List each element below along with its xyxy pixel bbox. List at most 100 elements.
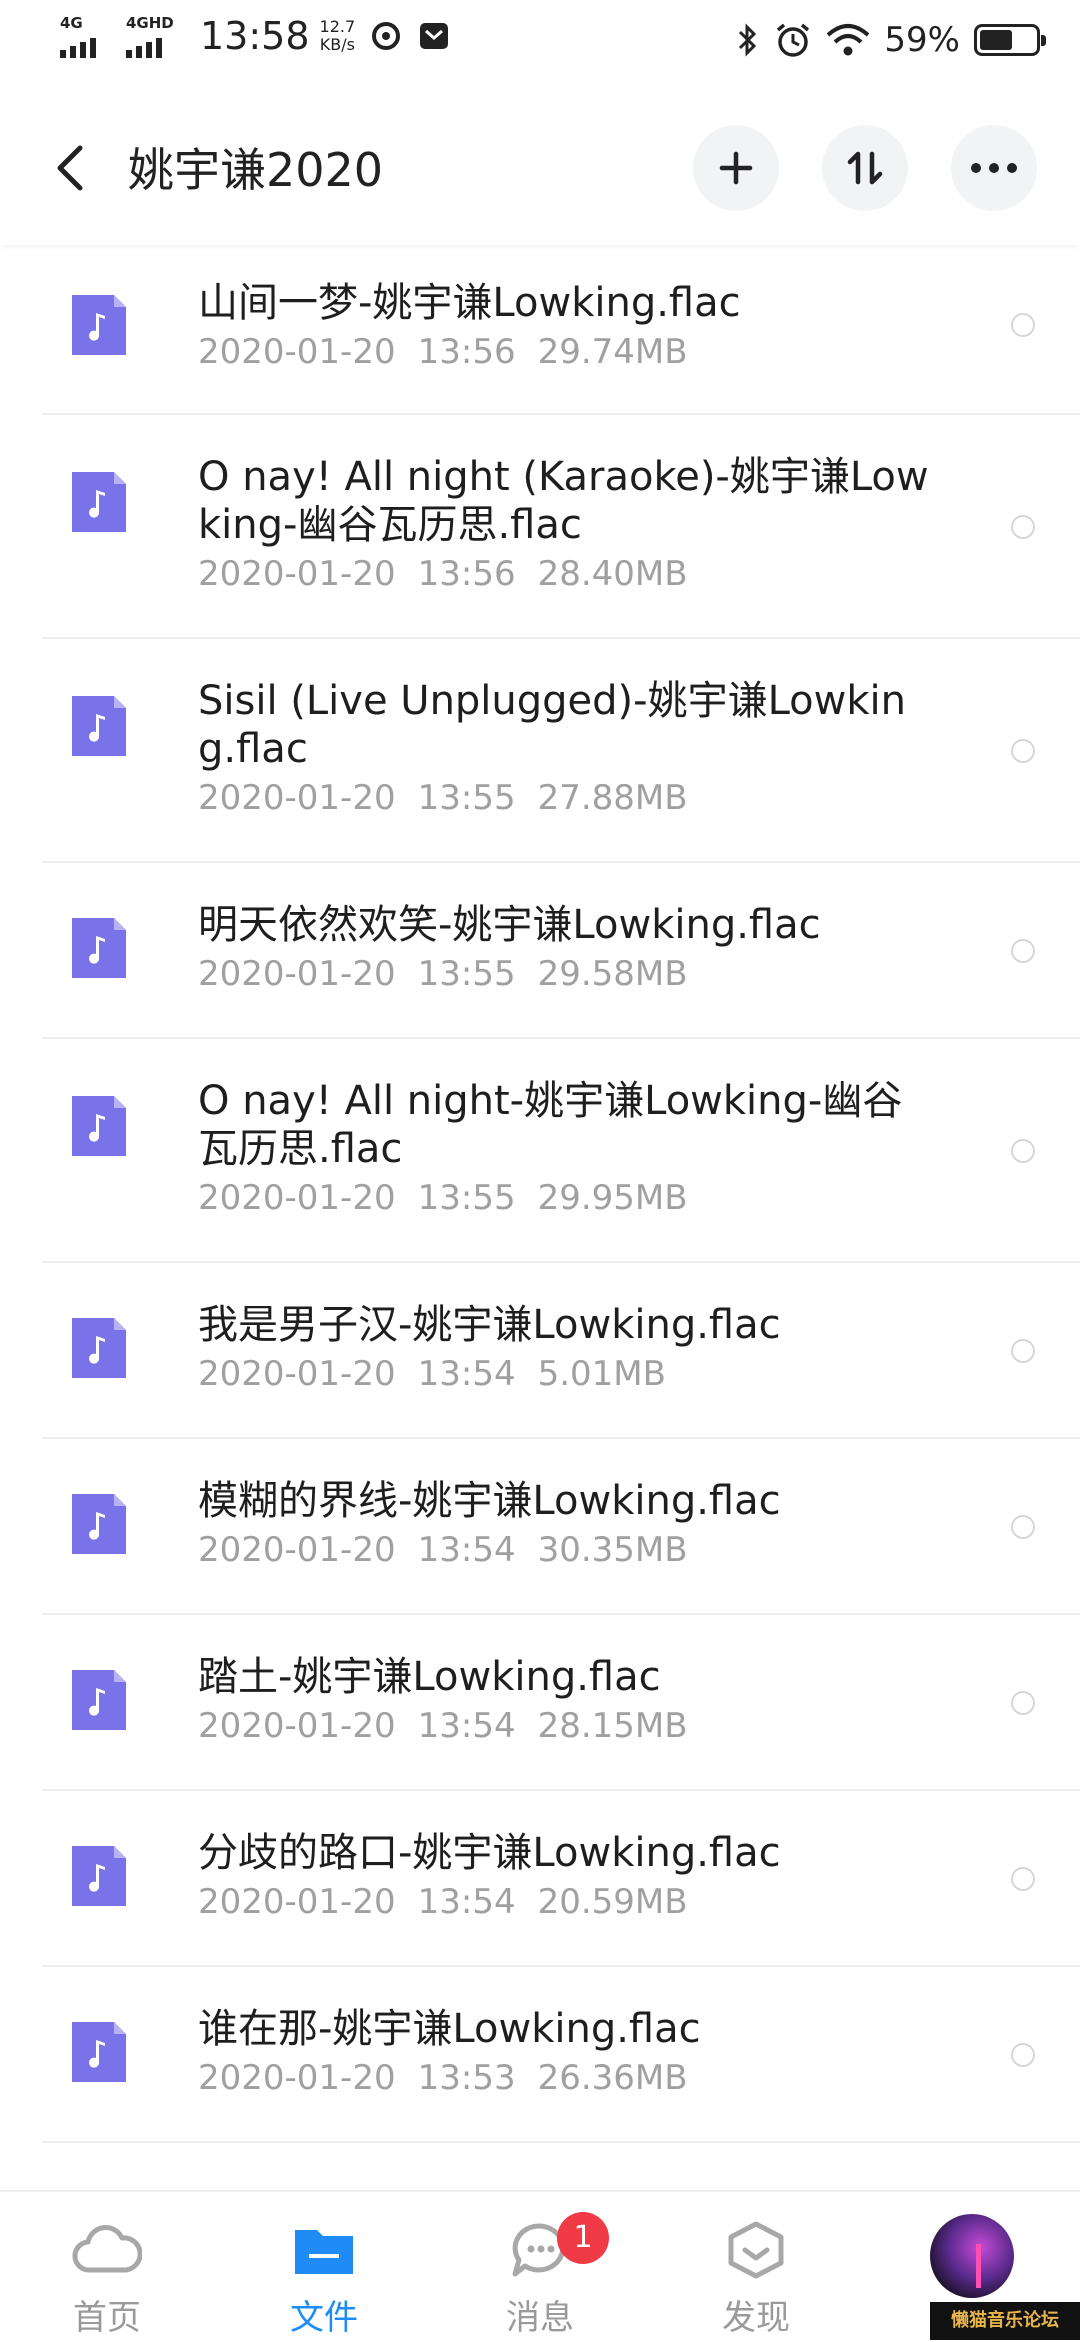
file-date: 2020-01-20: [198, 778, 396, 818]
speed-unit: KB/s: [319, 35, 355, 54]
file-date: 2020-01-20: [198, 954, 396, 994]
list-item[interactable]: O nay! All night-姚宇谦Lowking-幽谷瓦历思.flac 2…: [0, 1039, 1080, 1263]
file-size: 28.40MB: [537, 554, 688, 594]
music-file-icon: [72, 2022, 126, 2082]
file-date: 2020-01-20: [198, 1706, 396, 1746]
select-radio[interactable]: [1011, 1867, 1035, 1891]
file-size: 29.58MB: [537, 954, 688, 994]
file-meta: 2020-01-20 13:53 26.36MB: [198, 2057, 940, 2099]
select-radio[interactable]: [1011, 1691, 1035, 1715]
file-time: 13:54: [417, 1354, 516, 1394]
select-radio[interactable]: [1011, 939, 1035, 963]
network-type-1: 4G: [60, 14, 83, 32]
file-time: 13:55: [417, 1178, 516, 1218]
bottom-nav: 首页 文件 1 消息 发现: [0, 2190, 1080, 2342]
music-file-icon: [72, 696, 126, 756]
music-file-icon: [72, 1670, 126, 1730]
file-time: 13:56: [417, 554, 516, 594]
music-file-icon: [72, 1096, 126, 1156]
file-date: 2020-01-20: [198, 1354, 396, 1394]
select-radio[interactable]: [1011, 1339, 1035, 1363]
file-time: 13:55: [417, 954, 516, 994]
sort-button[interactable]: [822, 125, 908, 211]
file-time: 13:54: [417, 1882, 516, 1922]
music-file-icon: [72, 472, 126, 532]
divider: [42, 2141, 1080, 2143]
nav-home-label: 首页: [73, 2298, 141, 2338]
back-arrow-icon[interactable]: [50, 138, 90, 198]
music-file-icon: [72, 1846, 126, 1906]
list-item[interactable]: 分歧的路口-姚宇谦Lowking.flac 2020-01-20 13:54 20.…: [0, 1791, 1080, 1967]
more-icon: [971, 163, 1017, 173]
file-name: 踏土-姚宇谦Lowking.flac: [198, 1654, 661, 1700]
message-notification-icon: [420, 23, 449, 49]
bluetooth-icon: [739, 23, 757, 57]
file-date: 2020-01-20: [198, 1178, 396, 1218]
file-name: 模糊的界线-姚宇谦Lowking.flac: [198, 1478, 781, 1524]
file-time: 13:54: [417, 1706, 516, 1746]
cellular-signal-icon: 4G: [60, 14, 116, 58]
page-title: 姚宇谦2020: [128, 143, 384, 197]
select-radio[interactable]: [1011, 1515, 1035, 1539]
nav-discover-label: 发现: [722, 2298, 790, 2338]
select-radio[interactable]: [1011, 515, 1035, 539]
status-time: 13:58: [200, 14, 310, 58]
list-item[interactable]: 谁在那-姚宇谦Lowking.flac 2020-01-20 13:53 26.36…: [0, 1967, 1080, 2143]
nav-home[interactable]: 首页: [32, 2220, 182, 2339]
select-radio[interactable]: [1011, 739, 1035, 763]
list-item[interactable]: Sisil (Live Unplugged)-姚宇谦Lowking.flac 2…: [0, 639, 1080, 863]
music-file-icon: [72, 1318, 126, 1378]
file-time: 13:56: [417, 332, 516, 372]
add-button[interactable]: [693, 125, 779, 211]
battery-icon: [974, 24, 1046, 56]
file-name: 明天依然欢笑-姚宇谦Lowking.flac: [198, 902, 821, 948]
file-date: 2020-01-20: [198, 1530, 396, 1570]
nav-messages-label: 消息: [506, 2298, 574, 2338]
file-time: 13:53: [417, 2058, 516, 2098]
list-item[interactable]: 明天依然欢笑-姚宇谦Lowking.flac 2020-01-20 13:55 29…: [0, 863, 1080, 1039]
more-button[interactable]: [951, 125, 1037, 211]
list-item[interactable]: 我是男子汉-姚宇谦Lowking.flac 2020-01-20 13:54 5.0…: [0, 1263, 1080, 1439]
file-size: 29.74MB: [537, 332, 688, 372]
file-size: 26.36MB: [537, 2058, 688, 2098]
file-size: 27.88MB: [537, 778, 688, 818]
file-date: 2020-01-20: [198, 332, 396, 372]
file-size: 28.15MB: [537, 1706, 688, 1746]
nav-messages[interactable]: 1 消息: [465, 2212, 615, 2339]
nav-files[interactable]: 文件: [249, 2220, 399, 2339]
select-radio[interactable]: [1011, 313, 1035, 337]
music-file-icon: [72, 295, 126, 355]
file-meta: 2020-01-20 13:55 27.88MB: [198, 777, 940, 819]
file-time: 13:54: [417, 1530, 516, 1570]
nav-discover[interactable]: 发现: [681, 2220, 831, 2339]
file-size: 5.01MB: [537, 1354, 666, 1394]
folder-icon: [295, 2230, 353, 2274]
network-speed: 12.7 KB/s: [320, 18, 356, 54]
music-file-icon: [72, 918, 126, 978]
select-radio[interactable]: [1011, 2043, 1035, 2067]
file-name: Sisil (Live Unplugged)-姚宇谦Lowking.flac: [198, 678, 906, 772]
network-type-2: 4GHD: [126, 14, 174, 32]
file-time: 13:55: [417, 778, 516, 818]
list-item[interactable]: 踏土-姚宇谦Lowking.flac 2020-01-20 13:54 28.15M…: [0, 1615, 1080, 1791]
watermark: 懒猫音乐论坛: [930, 2302, 1080, 2340]
unread-badge: 1: [557, 2212, 609, 2264]
alarm-icon: [777, 23, 810, 57]
file-name: O nay! All night-姚宇谦Lowking-幽谷瓦历思.flac: [198, 1078, 903, 1172]
status-bar: 4G 4GHD 13:58 12.7 KB/s 59%: [0, 0, 1080, 90]
file-meta: 2020-01-20 13:56 29.74MB: [198, 331, 940, 373]
speed-value: 12.7: [319, 17, 356, 36]
avatar[interactable]: [930, 2214, 1014, 2298]
list-item[interactable]: 山间一梦-姚宇谦Lowking.flac 2020-01-20 13:56 29.7…: [0, 245, 1080, 415]
discover-icon: [728, 2221, 784, 2279]
list-item[interactable]: 模糊的界线-姚宇谦Lowking.flac 2020-01-20 13:54 30.…: [0, 1439, 1080, 1615]
file-name: 我是男子汉-姚宇谦Lowking.flac: [198, 1302, 781, 1348]
file-meta: 2020-01-20 13:55 29.95MB: [198, 1177, 940, 1219]
header: 姚宇谦2020: [0, 90, 1080, 245]
app-notification-icon: [372, 22, 401, 50]
select-radio[interactable]: [1011, 1139, 1035, 1163]
file-date: 2020-01-20: [198, 2058, 396, 2098]
list-item[interactable]: O nay! All night (Karaoke)-姚宇谦Lowking-幽谷…: [0, 415, 1080, 639]
file-date: 2020-01-20: [198, 1882, 396, 1922]
file-list: 山间一梦-姚宇谦Lowking.flac 2020-01-20 13:56 29.7…: [0, 245, 1080, 2190]
